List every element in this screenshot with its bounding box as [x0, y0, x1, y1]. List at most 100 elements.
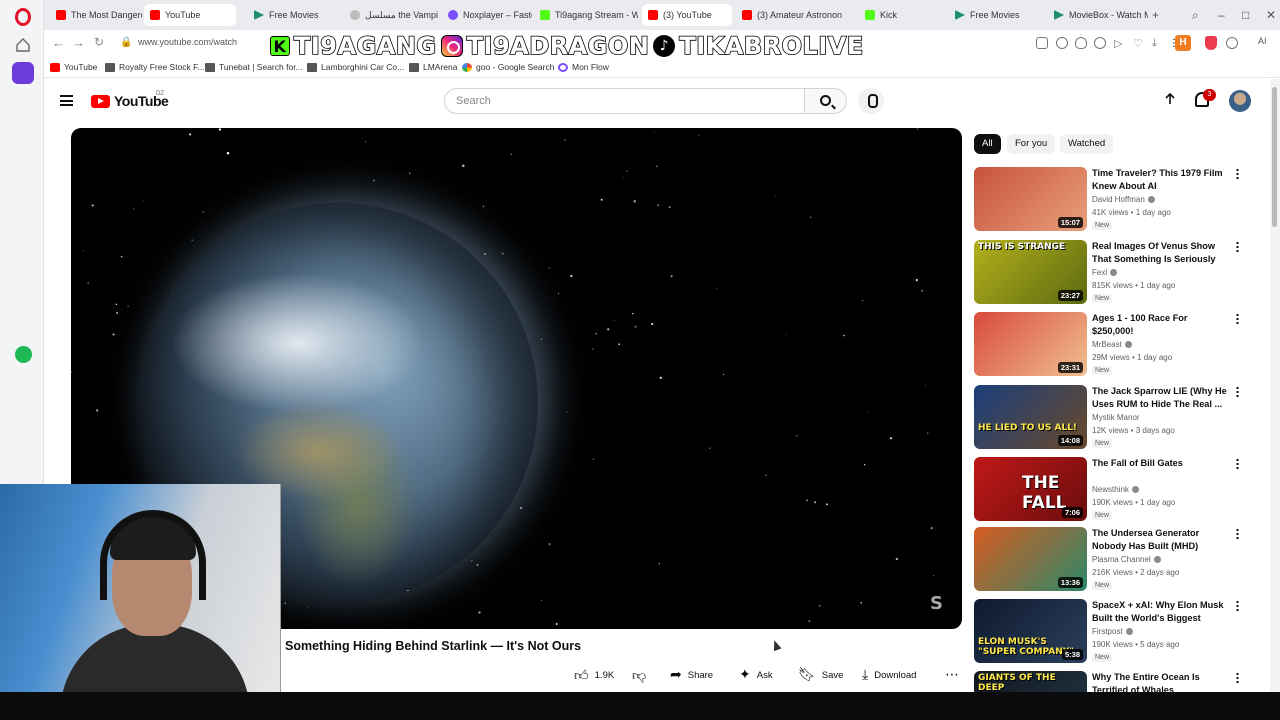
recommendation-title[interactable]: The Fall of Bill Gates [1092, 457, 1230, 470]
video-thumbnail[interactable]: 13:36 [974, 527, 1087, 591]
recommendation-title[interactable]: SpaceX + xAI: Why Elon Musk Built the Wo… [1092, 599, 1230, 625]
maximize-icon[interactable]: □ [1242, 8, 1249, 22]
voice-search-icon[interactable] [858, 88, 884, 114]
channel-name[interactable]: Mystik Manor [1092, 413, 1140, 422]
browser-tab[interactable]: YouTube [144, 4, 236, 26]
more-options-icon[interactable] [1236, 313, 1239, 325]
video-thumbnail[interactable]: GIANTS OF THE DEEP [974, 671, 1087, 692]
search-button[interactable] [805, 88, 847, 114]
browser-tab[interactable]: مسلسل the Vampire [344, 4, 438, 26]
channel-name[interactable]: David Hoffman [1092, 195, 1155, 204]
video-thumbnail[interactable]: 23:31 [974, 312, 1087, 376]
browser-tab[interactable]: Noxplayer – Fastest a [442, 4, 532, 26]
channel-name[interactable]: MrBeast [1092, 340, 1132, 349]
url-field[interactable]: www.youtube.com/watch [138, 37, 237, 47]
search-input[interactable]: Search [444, 88, 805, 114]
back-icon[interactable]: ← [52, 35, 65, 50]
opera-logo-icon[interactable] [15, 8, 31, 26]
heart-icon[interactable]: ♡ [1133, 37, 1145, 50]
forward-icon[interactable]: → [72, 35, 85, 50]
recommendation-item[interactable]: THE FALL 7:06 The Fall of Bill Gates Newsth… [974, 457, 1254, 523]
recommendation-title[interactable]: Time Traveler? This 1979 Film Knew About… [1092, 167, 1230, 193]
account-avatar[interactable] [1229, 90, 1251, 112]
upload-icon[interactable] [1162, 91, 1178, 107]
bookmark-item[interactable]: YouTube [50, 62, 97, 72]
browser-tab[interactable]: Ti9agang Stream - W [534, 4, 638, 26]
channel-watermark-icon[interactable]: S [930, 593, 950, 614]
like-button[interactable]: 👍︎ 1.9K [574, 665, 614, 685]
download-button[interactable]: ⤓ Download [862, 665, 916, 685]
video-thumbnail[interactable]: THIS IS STRANGE 23:27 [974, 240, 1087, 304]
filter-chip[interactable]: For you [1007, 134, 1056, 154]
search-tabs-icon[interactable]: ⌕ [1192, 8, 1199, 23]
browser-tab[interactable]: (3) YouTube [642, 4, 732, 26]
more-options-icon[interactable] [1236, 386, 1239, 398]
brave-shield-icon[interactable] [1205, 36, 1217, 50]
browser-tab[interactable]: MovieBox - Watch M [1048, 4, 1148, 26]
video-thumbnail[interactable]: ELON MUSK'S "SUPER COMPANY" 5:38 [974, 599, 1087, 663]
shield-icon[interactable] [1075, 37, 1087, 49]
recommendation-item[interactable]: GIANTS OF THE DEEP Why The Entire Ocean I… [974, 671, 1254, 692]
edit-icon[interactable] [1036, 37, 1048, 49]
video-thumbnail[interactable]: THE FALL 7:06 [974, 457, 1087, 521]
more-options-icon[interactable] [1236, 241, 1239, 253]
recommendation-item[interactable]: 15:07 Time Traveler? This 1979 Film Knew … [974, 167, 1254, 233]
recommendation-item[interactable]: THIS IS STRANGE 23:27 Real Images Of Venus… [974, 240, 1254, 306]
channel-name[interactable]: Newsthink [1092, 485, 1139, 494]
more-options-icon[interactable] [1236, 600, 1239, 612]
page-scrollbar[interactable] [1270, 79, 1280, 692]
recommendation-title[interactable]: The Jack Sparrow LIE (Why He Uses RUM to… [1092, 385, 1230, 411]
download-icon[interactable]: ⤓ [1152, 37, 1164, 49]
recommendation-title[interactable]: Real Images Of Venus Show That Something… [1092, 240, 1230, 266]
channel-name[interactable]: Firstpost [1092, 627, 1133, 636]
more-options-icon[interactable] [1236, 528, 1239, 540]
channel-name[interactable]: Fexl [1092, 268, 1118, 277]
hamburger-menu-icon[interactable] [60, 95, 73, 106]
recommendation-title[interactable]: The Undersea Generator Nobody Has Built … [1092, 527, 1230, 553]
browser-tab[interactable]: Free Movies [949, 4, 1045, 26]
more-options-icon[interactable] [1236, 458, 1239, 470]
share-button[interactable]: ➦ Share [670, 665, 713, 685]
flow-icon[interactable]: ▷ [1114, 37, 1126, 50]
ask-button[interactable]: ✦ Ask [739, 665, 773, 685]
copy-icon[interactable] [1094, 37, 1106, 49]
close-window-icon[interactable]: ✕ [1266, 8, 1276, 22]
browser-tab[interactable]: Free Movies [248, 4, 340, 26]
minimize-icon[interactable]: – [1218, 8, 1225, 22]
more-options-icon[interactable] [1236, 672, 1239, 684]
extensions-icon[interactable] [1226, 37, 1238, 49]
aria-icon[interactable] [12, 62, 34, 84]
ai-button[interactable]: AI [1258, 36, 1267, 46]
video-thumbnail[interactable]: 15:07 [974, 167, 1087, 231]
more-actions-button[interactable]: ⋯ [945, 665, 959, 685]
browser-tab[interactable]: Kick [859, 4, 945, 26]
camera-icon[interactable] [1056, 37, 1068, 49]
browser-tab[interactable]: (3) Amateur Astronon [736, 4, 852, 26]
more-options-icon[interactable] [1236, 168, 1239, 180]
spotify-icon[interactable] [15, 346, 32, 363]
reload-icon[interactable]: ↻ [94, 35, 104, 49]
bookmark-item[interactable]: LMArena [409, 62, 458, 72]
bookmark-item[interactable]: Mon Flow [558, 62, 609, 72]
recommendation-item[interactable]: ELON MUSK'S "SUPER COMPANY" 5:38 SpaceX + … [974, 599, 1254, 665]
bookmark-item[interactable]: Lamborghini Car Co... [307, 62, 404, 72]
dislike-button[interactable]: 👎︎ [632, 665, 646, 685]
bookmark-item[interactable]: Royalty Free Stock F... [105, 62, 205, 72]
channel-name[interactable]: Plasma Channel [1092, 555, 1161, 564]
home-icon[interactable] [14, 36, 32, 54]
recommendation-item[interactable]: 13:36 The Undersea Generator Nobody Has B… [974, 527, 1254, 593]
bookmark-item[interactable]: Tunebat | Search for... [205, 62, 303, 72]
recommendation-title[interactable]: Why The Entire Ocean Is Terrified of Wha… [1092, 671, 1230, 692]
save-button[interactable]: 🔖︎ Save [798, 665, 843, 685]
browser-tab[interactable]: The Most Dangerous [50, 4, 142, 26]
scroll-thumb[interactable] [1272, 87, 1277, 227]
recommendation-title[interactable]: Ages 1 - 100 Race For $250,000! [1092, 312, 1230, 338]
filter-chip[interactable]: Watched [1060, 134, 1114, 154]
video-thumbnail[interactable]: HE LIED TO US ALL! 14:08 [974, 385, 1087, 449]
recommendation-item[interactable]: HE LIED TO US ALL! 14:08 The Jack Sparrow … [974, 385, 1254, 451]
bookmark-item[interactable]: goo - Google Search [462, 62, 554, 72]
recommendation-item[interactable]: 23:31 Ages 1 - 100 Race For $250,000! MrBe… [974, 312, 1254, 378]
filter-chip[interactable]: All [974, 134, 1001, 154]
new-tab-plus-icon[interactable]: + [1152, 8, 1159, 22]
extension-h-icon[interactable]: H [1175, 35, 1191, 51]
